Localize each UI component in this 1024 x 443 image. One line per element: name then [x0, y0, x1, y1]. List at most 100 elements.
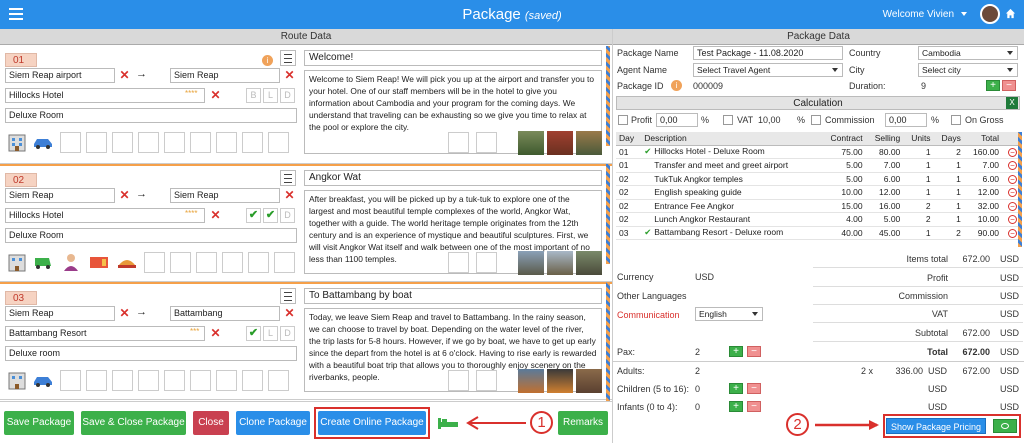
guide-icon[interactable] [60, 252, 82, 272]
room-field[interactable]: Deluxe room [5, 346, 297, 361]
remove-infants-button[interactable]: − [747, 401, 761, 412]
meal-breakfast[interactable]: B [246, 88, 261, 103]
building-icon[interactable] [448, 132, 469, 153]
hotel-field[interactable]: Battambang Resort [5, 326, 205, 341]
photo-thumbnail[interactable] [576, 251, 602, 275]
add-children-button[interactable]: + [729, 383, 743, 394]
table-row[interactable]: 02 TukTuk Angkor temples 5.00 6.00 1 1 6.00− [616, 172, 1020, 186]
to-location[interactable]: Siem Reap [170, 188, 280, 203]
meal-dinner[interactable]: D [280, 208, 295, 223]
show-package-pricing-button[interactable]: Show Package Pricing [886, 418, 986, 434]
photo-thumbnail[interactable] [518, 251, 544, 275]
info-icon[interactable]: i [262, 55, 273, 66]
remove-item-icon[interactable]: − [1008, 147, 1017, 157]
empty-slot[interactable] [190, 132, 211, 153]
on-gross-checkbox[interactable] [951, 115, 961, 125]
info-icon[interactable]: i [671, 80, 682, 91]
photo-thumbnail[interactable] [547, 131, 573, 155]
vat-value[interactable]: 10,00 [758, 115, 781, 125]
remove-item-icon[interactable]: − [1008, 174, 1017, 184]
clear-icon[interactable]: ✕ [117, 306, 132, 321]
clear-icon[interactable]: ✕ [208, 88, 223, 103]
tuktuk-icon[interactable] [32, 252, 54, 272]
clear-icon[interactable]: ✕ [117, 188, 132, 203]
empty-slot[interactable] [60, 132, 81, 153]
empty-slot[interactable] [242, 370, 263, 391]
photo-thumbnail[interactable] [547, 369, 573, 393]
empty-slot[interactable] [216, 132, 237, 153]
money-icon[interactable] [993, 419, 1017, 433]
add-pax-button[interactable]: + [729, 346, 743, 357]
city-select[interactable]: Select city [918, 63, 1018, 77]
meal-lunch-checked[interactable]: ✔ [263, 208, 278, 223]
country-select[interactable]: Cambodia [918, 46, 1018, 60]
col-total[interactable]: Total [963, 132, 1003, 146]
empty-slot[interactable] [274, 252, 295, 273]
empty-slot[interactable] [112, 370, 133, 391]
profit-input[interactable]: 0,00 [656, 113, 698, 127]
meal-breakfast-checked[interactable]: ✔ [246, 208, 261, 223]
from-location[interactable]: Siem Reap [5, 188, 115, 203]
clear-icon[interactable]: ✕ [282, 68, 297, 83]
table-row[interactable]: 02 Entrance Fee Angkor 15.00 16.00 2 1 32.00− [616, 199, 1020, 213]
remove-item-icon[interactable]: − [1008, 161, 1017, 171]
remove-children-button[interactable]: − [747, 383, 761, 394]
photo-thumbnail[interactable] [518, 131, 544, 155]
list-menu-icon[interactable] [280, 170, 296, 186]
commission-checkbox[interactable] [811, 115, 821, 125]
empty-slot[interactable] [138, 370, 159, 391]
excel-icon[interactable]: X [1006, 97, 1018, 109]
empty-slot[interactable] [60, 370, 81, 391]
remarks-button[interactable]: Remarks [558, 411, 608, 435]
to-location[interactable]: Siem Reap [170, 68, 280, 83]
from-location[interactable]: Siem Reap [5, 306, 115, 321]
empty-slot[interactable] [164, 370, 185, 391]
empty-slot[interactable] [164, 132, 185, 153]
home-icon[interactable] [1005, 8, 1016, 19]
building-icon[interactable] [448, 252, 469, 273]
empty-slot[interactable] [112, 132, 133, 153]
vat-checkbox[interactable] [723, 115, 733, 125]
clear-icon[interactable]: ✕ [117, 68, 132, 83]
empty-slot[interactable] [268, 132, 289, 153]
col-day[interactable]: Day [616, 132, 642, 146]
col-description[interactable]: Description [641, 132, 821, 146]
building-icon[interactable] [448, 370, 469, 391]
commission-input[interactable]: 0,00 [885, 113, 927, 127]
bed-icon[interactable] [437, 416, 459, 430]
photo-thumbnail[interactable] [576, 131, 602, 155]
hotel-icon[interactable] [6, 252, 28, 272]
to-location[interactable]: Battambang [170, 306, 280, 321]
clone-package-button[interactable]: Clone Package [236, 411, 310, 435]
empty-slot[interactable] [144, 252, 165, 273]
profit-checkbox[interactable] [618, 115, 628, 125]
remove-item-icon[interactable]: − [1008, 228, 1017, 238]
from-location[interactable]: Siem Reap airport [5, 68, 115, 83]
scrollbar[interactable] [606, 164, 610, 264]
table-row[interactable]: 02 English speaking guide 10.00 12.00 1 1 12.0… [616, 185, 1020, 200]
car-icon[interactable] [32, 370, 54, 390]
meal-icon[interactable] [116, 252, 138, 272]
room-field[interactable]: Deluxe Room [5, 228, 297, 243]
empty-slot[interactable] [216, 370, 237, 391]
ticket-icon[interactable] [88, 252, 110, 272]
room-field[interactable]: Deluxe Room [5, 108, 297, 123]
table-row[interactable]: 01 ✔ Hillocks Hotel - Deluxe Room 75.00 80.0… [616, 145, 1020, 159]
save-package-button[interactable]: Save Package [4, 411, 74, 435]
meal-lunch[interactable]: L [263, 88, 278, 103]
clear-icon[interactable]: ✕ [282, 306, 297, 321]
col-units[interactable]: Units [903, 132, 934, 146]
meal-dinner[interactable]: D [280, 88, 295, 103]
remove-item-icon[interactable]: − [1008, 215, 1017, 225]
package-name-input[interactable]: Test Package - 11.08.2020 [693, 46, 843, 60]
chevron-down-icon[interactable] [961, 12, 967, 16]
empty-slot[interactable] [190, 370, 211, 391]
empty-slot[interactable] [170, 252, 191, 273]
col-contract[interactable]: Contract [820, 132, 866, 146]
communication-select[interactable]: English [695, 307, 763, 321]
table-row[interactable]: 03 ✔ Battambang Resort - Deluxe room 40.00 4… [616, 226, 1020, 240]
meal-lunch[interactable]: L [263, 326, 278, 341]
add-infants-button[interactable]: + [729, 401, 743, 412]
scrollbar[interactable] [606, 282, 610, 401]
hotel-icon[interactable] [6, 132, 28, 152]
